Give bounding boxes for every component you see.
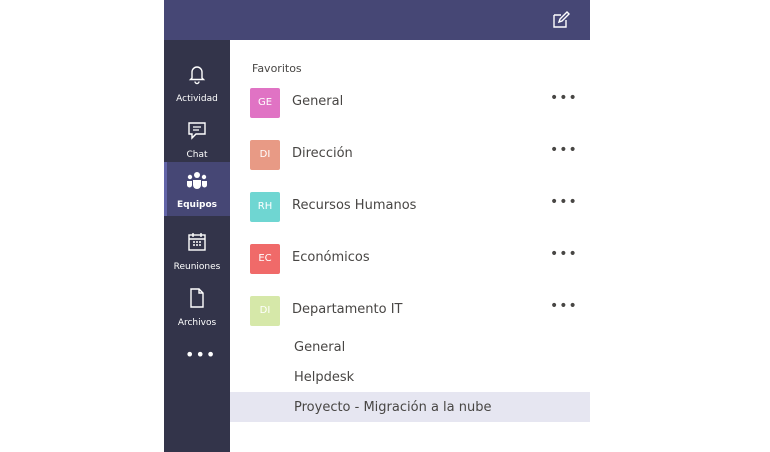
- chat-icon: [188, 122, 206, 140]
- rail-item-equipos[interactable]: Equipos: [164, 162, 230, 216]
- team-more-options-button[interactable]: •••: [550, 246, 578, 262]
- team-more-options-button[interactable]: •••: [550, 194, 578, 210]
- section-title: Favoritos: [252, 62, 302, 75]
- teams-icon: [187, 172, 207, 189]
- file-icon: [190, 288, 204, 308]
- team-more-options-button[interactable]: •••: [550, 298, 578, 314]
- team-item[interactable]: RH Recursos Humanos •••: [230, 192, 590, 244]
- team-avatar: EC: [250, 244, 280, 274]
- compose-icon[interactable]: [552, 11, 570, 29]
- top-bar: [164, 0, 590, 40]
- rail-item-label: Archivos: [177, 318, 217, 328]
- channel-name: Helpdesk: [294, 370, 355, 385]
- rail-item-label: Chat: [186, 150, 208, 160]
- team-item[interactable]: DI Dirección •••: [230, 140, 590, 192]
- rail-item-label: Reuniones: [173, 262, 221, 272]
- team-name: Dirección: [292, 146, 353, 161]
- rail-item-label: Equipos: [176, 200, 218, 210]
- channel-item[interactable]: Helpdesk: [230, 362, 590, 392]
- team-avatar: DI: [250, 296, 280, 326]
- more-apps-button[interactable]: •••: [185, 347, 215, 363]
- channel-item-selected[interactable]: Proyecto - Migración a la nube: [230, 392, 590, 422]
- team-name: Recursos Humanos: [292, 198, 417, 213]
- channel-name: General: [294, 340, 346, 355]
- team-avatar: RH: [250, 192, 280, 222]
- team-more-options-button[interactable]: •••: [550, 142, 578, 158]
- rail-item-chat[interactable]: Chat: [164, 112, 230, 166]
- rail-item-reuniones[interactable]: Reuniones: [164, 224, 230, 278]
- team-avatar: GE: [250, 88, 280, 118]
- team-avatar: DI: [250, 140, 280, 170]
- channel-item[interactable]: General: [230, 332, 590, 362]
- team-more-options-button[interactable]: •••: [550, 90, 578, 106]
- team-item[interactable]: GE General •••: [230, 88, 590, 140]
- team-item[interactable]: EC Económicos •••: [230, 244, 590, 296]
- teams-panel: Favoritos GE General ••• DI Dirección ••…: [230, 40, 590, 452]
- team-name: General: [292, 94, 344, 109]
- rail-item-archivos[interactable]: Archivos: [164, 280, 230, 334]
- calendar-icon: [188, 233, 206, 251]
- team-name: Económicos: [292, 250, 370, 265]
- rail-item-actividad[interactable]: Actividad: [164, 56, 230, 110]
- channel-name: Proyecto - Migración a la nube: [294, 400, 492, 415]
- bell-icon: [188, 66, 206, 85]
- rail-item-label: Actividad: [176, 94, 218, 104]
- team-name: Departamento IT: [292, 302, 403, 317]
- teams-app: Actividad Chat Equipos Reuniones Archivo…: [164, 0, 590, 452]
- app-rail: Actividad Chat Equipos Reuniones Archivo…: [164, 40, 230, 452]
